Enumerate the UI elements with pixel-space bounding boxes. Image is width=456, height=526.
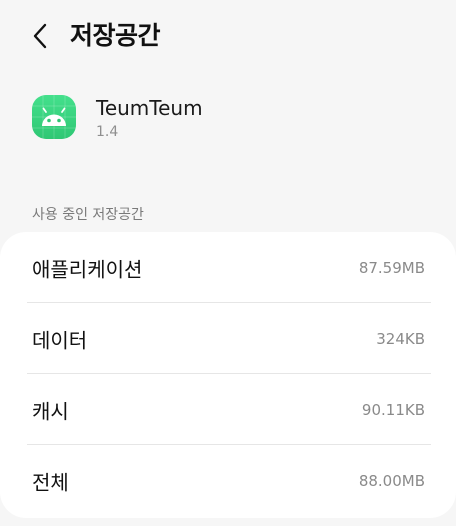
android-icon — [32, 95, 76, 139]
section-label: 사용 중인 저장공간 — [32, 207, 144, 223]
app-version: 1.4 — [96, 124, 119, 140]
storage-row-cache[interactable]: 캐시 90.11KB — [0, 374, 456, 445]
app-bar: 저장공간 — [0, 0, 456, 72]
storage-row-value: 90.11KB — [361, 400, 425, 419]
storage-row-value: 87.59MB — [358, 258, 425, 277]
storage-card: 애플리케이션 87.59MB 데이터 324KB 캐시 90.11KB 전체 8… — [0, 232, 456, 518]
storage-row-label: 전체 — [32, 470, 69, 494]
storage-row-label: 데이터 — [32, 328, 88, 352]
page-title: 저장공간 — [70, 21, 161, 50]
storage-row-total[interactable]: 전체 88.00MB — [0, 445, 456, 516]
storage-row-label: 캐시 — [32, 399, 69, 423]
storage-row-app[interactable]: 애플리케이션 87.59MB — [0, 232, 456, 303]
app-name: TeumTeum — [96, 96, 203, 120]
storage-row-data[interactable]: 데이터 324KB — [0, 303, 456, 374]
chevron-left-icon — [33, 23, 47, 49]
storage-row-label: 애플리케이션 — [32, 257, 143, 281]
storage-row-value: 324KB — [376, 329, 425, 348]
storage-row-value: 88.00MB — [358, 471, 425, 490]
app-info: TeumTeum 1.4 — [32, 94, 432, 146]
back-button[interactable] — [24, 20, 56, 52]
